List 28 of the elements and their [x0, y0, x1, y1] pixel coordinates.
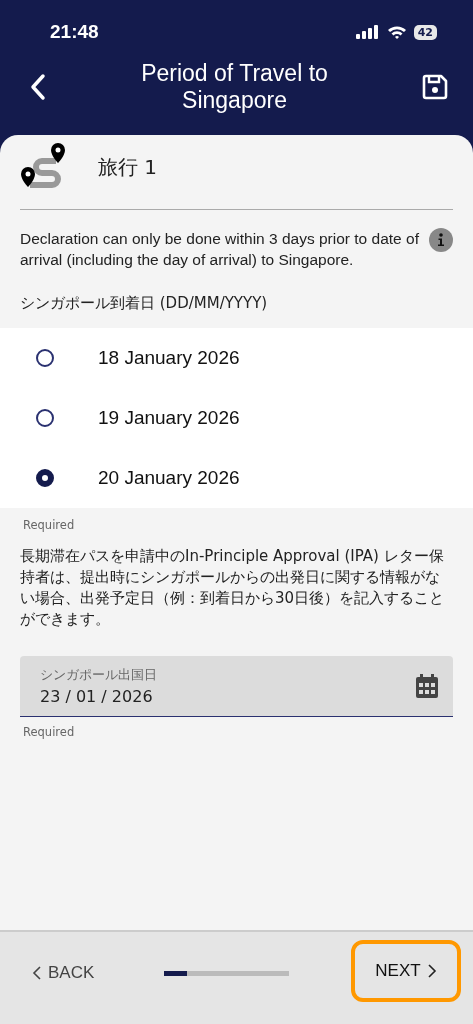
info-icon[interactable]: [429, 228, 453, 252]
helper-text: Required: [22, 517, 76, 532]
radio-label[interactable]: 19 January 2026: [98, 407, 240, 429]
date-field-label: シンガポール出国日: [40, 666, 157, 684]
helper-text: Required: [22, 724, 76, 739]
chevron-right-icon: [426, 963, 437, 979]
signal-icon: [355, 25, 380, 39]
calendar-icon[interactable]: [416, 674, 438, 698]
save-icon[interactable]: [421, 73, 449, 101]
chevron-left-icon: [32, 965, 42, 981]
trip-title: 旅行 1: [98, 153, 158, 181]
radio-button[interactable]: [36, 349, 54, 367]
ipa-note: 長期滞在パスを申請中のIn-Principle Approval (IPA) レター保持者は、提出時にシンガポールからの出発日に関する情報がない場合、出発予定日（例：到着日から30日後）を記入することができます。: [20, 546, 446, 630]
back-button[interactable]: BACK: [24, 944, 103, 1002]
next-button[interactable]: NEXT: [351, 940, 461, 1002]
date-field[interactable]: シンガポール出国日 23 / 01 / 2026: [20, 656, 453, 717]
radio-label[interactable]: 18 January 2026: [98, 347, 240, 369]
status-time: 21:48: [50, 21, 99, 43]
page-title: Period of Travel to Singapore: [140, 60, 329, 114]
back-icon[interactable]: [28, 73, 48, 101]
wifi-icon: [386, 25, 407, 39]
date-value: 23 / 01 / 2026: [40, 687, 154, 706]
battery-indicator: 42: [413, 24, 437, 40]
field-label: シンガポール到着日 (DD/MM/YYYY): [19, 293, 269, 314]
radio-label[interactable]: 20 January 2026: [98, 467, 240, 489]
radio-button[interactable]: [36, 469, 54, 487]
radio-button[interactable]: [36, 409, 54, 427]
notice-text: Declaration can only be done within 3 days prior to date of arrival (including the day of arrival) to Singapore.: [20, 229, 420, 270]
